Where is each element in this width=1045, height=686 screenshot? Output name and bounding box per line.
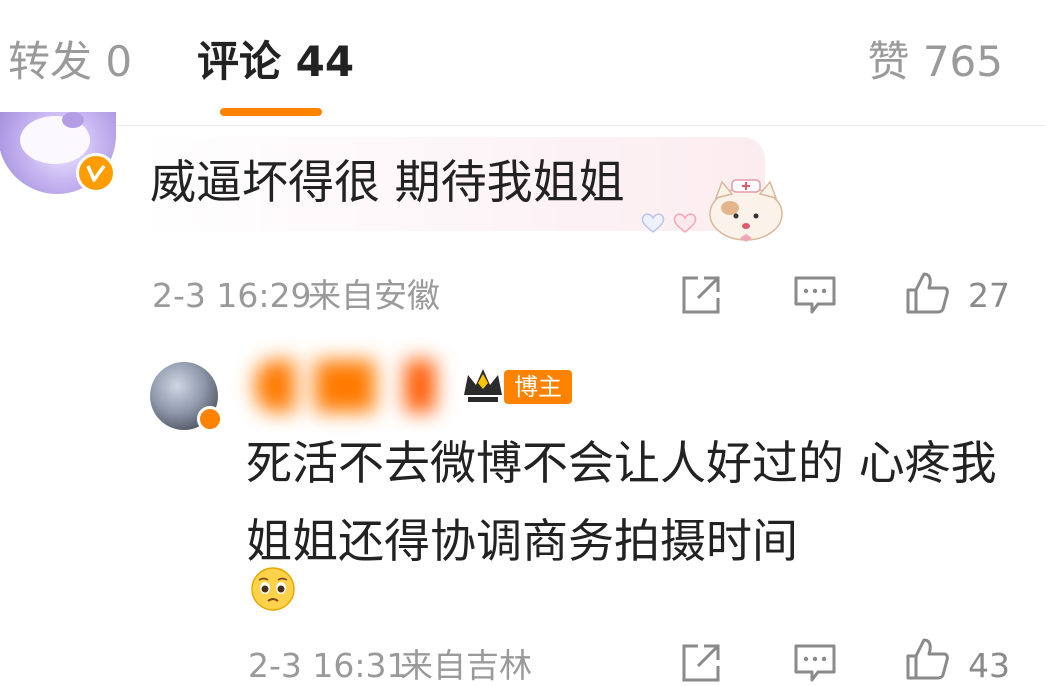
blogger-badge: 博主 — [504, 370, 572, 404]
comment-text: 威逼坏得很 期待我姐姐 — [150, 155, 625, 209]
repost-icon[interactable] — [678, 272, 724, 318]
comment-location: 来自安徽 — [308, 276, 440, 315]
like-icon[interactable] — [904, 636, 950, 682]
tab-reposts[interactable]: 转发 0 — [8, 36, 132, 88]
tab-likes[interactable]: 赞 765 — [867, 36, 1003, 88]
like-icon[interactable] — [904, 270, 950, 316]
crown-icon — [464, 369, 502, 402]
comment-time: 2-3 16:31 — [248, 646, 408, 685]
comment-icon[interactable] — [792, 640, 838, 686]
tab-comments[interactable]: 评论 44 — [197, 36, 354, 88]
like-count: 27 — [968, 276, 1010, 315]
verified-badge-icon — [197, 406, 223, 432]
comment-icon[interactable] — [792, 272, 838, 318]
tab-bar: 转发 0 评论 44 赞 765 — [0, 0, 1045, 126]
repost-icon[interactable] — [678, 640, 724, 686]
vip-badge-icon — [76, 153, 116, 193]
username-redacted[interactable] — [255, 360, 455, 412]
cat-sticker-icon — [709, 179, 783, 242]
active-tab-indicator — [220, 108, 322, 116]
comment-text: 死活不去微博不会让人好过的 心疼我姐姐还得协调商务拍摄时间 — [246, 436, 997, 568]
heart-icon — [673, 213, 697, 233]
comment-location: 来自吉林 — [400, 646, 532, 685]
pleading-face-emoji-icon — [251, 567, 295, 611]
like-count: 43 — [968, 646, 1010, 685]
comment-time: 2-3 16:29 — [152, 276, 312, 315]
heart-icon — [641, 213, 665, 233]
